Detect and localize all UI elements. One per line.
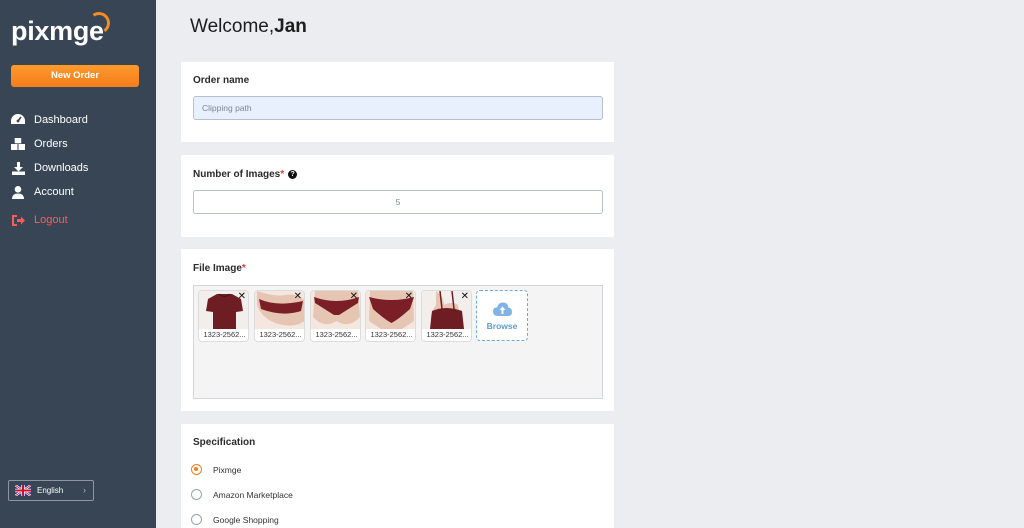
help-icon[interactable]: ?	[288, 170, 298, 179]
file-thumbnail[interactable]: 1323-2562... ✕	[254, 290, 305, 342]
sidebar-item-downloads[interactable]: Downloads	[11, 156, 151, 180]
required-mark: *	[280, 169, 285, 180]
sidebar-item-logout[interactable]: Logout	[11, 208, 151, 232]
number-of-images-text: Number of Images	[193, 169, 281, 180]
file-thumbnail[interactable]: 1323-2562... ✕	[365, 290, 416, 342]
sidebar-item-label: Dashboard	[34, 114, 88, 126]
sidebar-item-label: Account	[34, 186, 74, 198]
user-icon	[11, 185, 25, 199]
file-thumbnail[interactable]: 1323-2562... ✕	[421, 290, 472, 342]
dashboard-icon	[11, 113, 25, 127]
sidebar-item-account[interactable]: Account	[11, 180, 151, 204]
file-name: 1323-2562...	[370, 330, 413, 339]
remove-file-icon[interactable]: ✕	[405, 292, 413, 302]
cloud-upload-icon	[493, 302, 512, 316]
file-image-card: File Image* 1323-2562... ✕ 1323-2562... …	[181, 249, 614, 411]
boxes-icon	[11, 137, 25, 151]
order-name-card: Order name Clipping path	[181, 62, 614, 142]
welcome-prefix: Welcome,	[190, 16, 275, 37]
number-of-images-input[interactable]: 5	[193, 190, 603, 214]
remove-file-icon[interactable]: ✕	[238, 292, 246, 302]
remove-file-icon[interactable]: ✕	[294, 292, 302, 302]
sidebar-nav: Dashboard Orders Downloads Account Logou…	[11, 108, 151, 232]
order-name-input[interactable]: Clipping path	[193, 96, 603, 120]
sidebar: pixmge New Order Dashboard Orders Downlo…	[0, 0, 156, 528]
spec-option-amazon-marketplace[interactable]: Amazon Marketplace	[191, 489, 293, 500]
remove-file-icon[interactable]: ✕	[461, 292, 469, 302]
file-name: 1323-2562...	[203, 330, 246, 339]
file-name: 1323-2562...	[315, 330, 358, 339]
required-mark: *	[241, 263, 246, 274]
radio-icon[interactable]	[191, 514, 202, 525]
file-name: 1323-2562...	[259, 330, 302, 339]
logout-icon	[11, 213, 25, 227]
sidebar-item-label: Logout	[34, 214, 68, 226]
specification-card: Specification Pixmge Amazon Marketplace …	[181, 424, 614, 528]
remove-file-icon[interactable]: ✕	[350, 292, 358, 302]
file-thumbnail[interactable]: 1323-2562... ✕	[310, 290, 361, 342]
radio-selected-icon[interactable]	[191, 464, 202, 475]
language-label: English	[37, 486, 64, 495]
new-order-button[interactable]: New Order	[11, 65, 139, 87]
sidebar-item-orders[interactable]: Orders	[11, 132, 151, 156]
chevron-right-icon: ›	[83, 485, 86, 495]
browse-label: Browse	[486, 321, 518, 331]
spec-option-label: Google Shopping	[213, 514, 279, 525]
file-image-label: File Image*	[193, 263, 246, 274]
sidebar-item-dashboard[interactable]: Dashboard	[11, 108, 151, 132]
sidebar-item-label: Orders	[34, 138, 68, 150]
page-title: Welcome,Jan	[190, 16, 307, 38]
file-dropzone[interactable]: 1323-2562... ✕ 1323-2562... ✕ 1323-2562.…	[193, 285, 603, 399]
radio-icon[interactable]	[191, 489, 202, 500]
spec-option-pixmge[interactable]: Pixmge	[191, 464, 241, 475]
language-selector[interactable]: English ›	[8, 480, 94, 501]
spec-option-google-shopping[interactable]: Google Shopping	[191, 514, 279, 525]
file-name: 1323-2562...	[426, 330, 469, 339]
spec-option-label: Pixmge	[213, 464, 242, 475]
pixmge-logo[interactable]: pixmge	[11, 10, 112, 46]
sidebar-item-label: Downloads	[34, 162, 89, 174]
file-thumbnail[interactable]: 1323-2562... ✕	[198, 290, 249, 342]
spec-option-label: Amazon Marketplace	[213, 489, 293, 500]
user-name: Jan	[274, 16, 307, 37]
number-of-images-label: Number of Images*?	[193, 169, 298, 180]
uk-flag-icon	[15, 485, 31, 496]
number-of-images-card: Number of Images*? 5	[181, 155, 614, 237]
download-icon	[11, 161, 25, 175]
order-name-label: Order name	[193, 75, 250, 86]
file-image-text: File Image	[193, 263, 242, 274]
browse-button[interactable]: Browse	[476, 290, 528, 341]
specification-label: Specification	[193, 437, 256, 448]
